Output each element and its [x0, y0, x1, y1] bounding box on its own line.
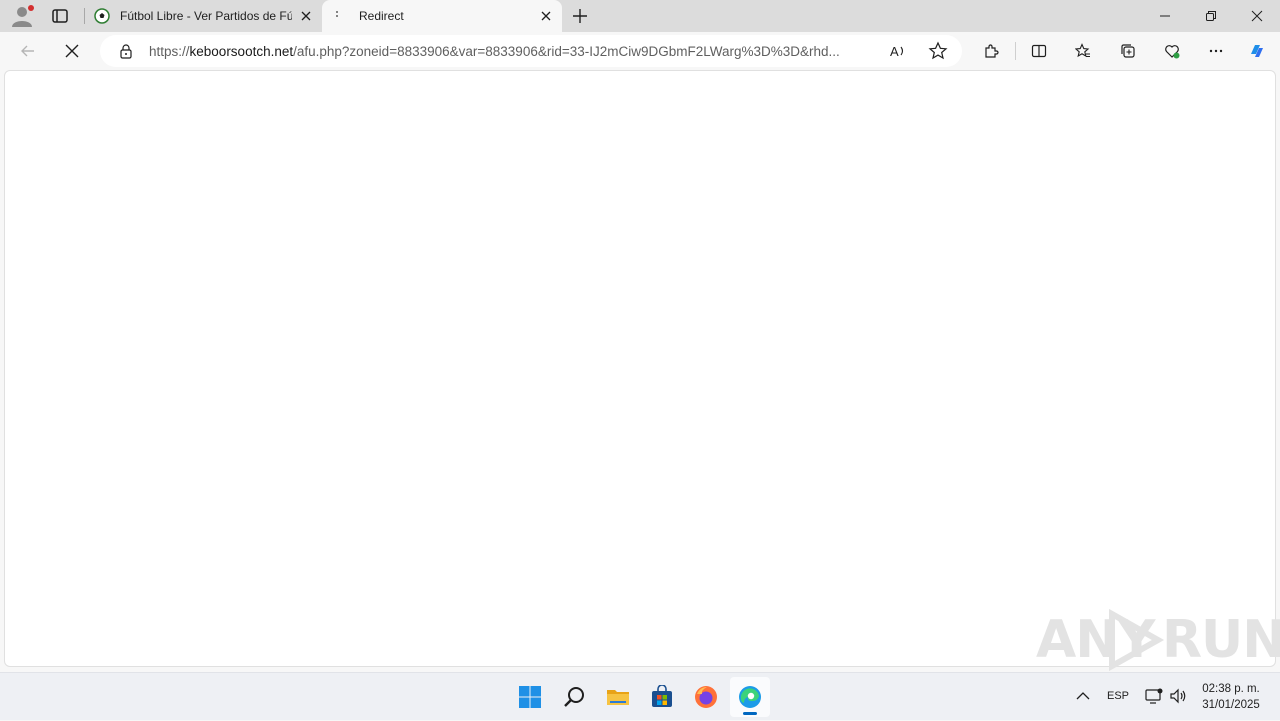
volume-icon [1170, 688, 1186, 704]
minimize-icon [1160, 15, 1170, 17]
store-button[interactable] [642, 677, 682, 717]
notification-dot [28, 5, 34, 11]
split-screen-icon [1031, 44, 1047, 58]
firefox-icon [695, 686, 717, 708]
favorite-star-icon[interactable] [928, 41, 948, 61]
collections-icon [1121, 44, 1135, 58]
tab-actions-button[interactable] [48, 4, 72, 28]
lock-icon[interactable] [118, 43, 134, 59]
restore-button[interactable] [1188, 0, 1234, 32]
file-explorer-icon [607, 690, 629, 705]
start-icon [519, 686, 541, 708]
plus-icon [573, 9, 587, 23]
puzzle-icon [985, 44, 999, 58]
anyrun-watermark: ANY RUN [1036, 606, 1280, 672]
firefox-button[interactable] [686, 677, 726, 717]
url-text[interactable]: https://keboorsootch.net/afu.php?zoneid=… [149, 44, 874, 59]
new-tab-button[interactable] [570, 6, 590, 26]
collections-button[interactable] [1114, 37, 1142, 65]
extensions-button[interactable] [977, 37, 1005, 65]
profile-button[interactable] [8, 3, 36, 29]
heartbeat-icon [1165, 45, 1180, 59]
read-aloud-icon[interactable]: A [888, 41, 908, 61]
edge-button[interactable] [730, 677, 770, 717]
url-host: keboorsootch.net [189, 44, 294, 59]
watermark-text-right: RUN [1162, 610, 1280, 670]
tab-separator [84, 8, 85, 24]
clock-date: 31/01/2025 [1202, 699, 1260, 711]
minimize-button[interactable] [1142, 0, 1188, 32]
search-button[interactable] [554, 677, 594, 717]
chevron-up-icon [1076, 692, 1090, 700]
favorites-icon [1075, 43, 1090, 58]
tab-title: Redirect [359, 9, 404, 23]
back-button[interactable] [14, 37, 42, 65]
start-button[interactable] [510, 677, 550, 717]
edge-icon [739, 686, 761, 708]
tab-futbol-libre[interactable]: Fútbol Libre - Ver Partidos de Fútbol [84, 0, 322, 32]
copilot-icon [1251, 45, 1263, 57]
loading-icon [336, 11, 338, 17]
close-icon [1251, 10, 1263, 22]
file-explorer-button[interactable] [598, 677, 638, 717]
url-prefix: https:// [149, 44, 190, 59]
favorites-button[interactable] [1069, 37, 1097, 65]
more-dots-icon [1209, 49, 1223, 53]
settings-more-button[interactable] [1202, 37, 1230, 65]
close-window-button[interactable] [1234, 0, 1280, 32]
tab-title: Fútbol Libre - Ver Partidos de Fútbol [120, 9, 292, 23]
restore-icon [1206, 11, 1216, 21]
clock[interactable]: 02:38 p. m. 31/01/2025 [1188, 681, 1274, 713]
browser-essentials-button[interactable] [1158, 37, 1186, 65]
store-icon [652, 685, 672, 707]
show-hidden-icons-button[interactable] [1072, 673, 1094, 721]
browser-toolbar: https://keboorsootch.net/afu.php?zoneid=… [0, 32, 1280, 70]
svg-text:A: A [890, 44, 899, 59]
network-icon [1145, 688, 1163, 704]
back-arrow-icon [21, 45, 34, 57]
search-icon [564, 687, 584, 707]
stop-icon [65, 44, 79, 58]
split-screen-button[interactable] [1025, 37, 1053, 65]
url-path: /afu.php?zoneid=8833906&var=8833906&rid=… [293, 44, 840, 59]
soccer-ball-icon [94, 8, 110, 24]
taskbar: ESP 02:38 p. m. 31/01/2025 [0, 672, 1280, 720]
language-indicator[interactable]: ESP [1107, 690, 1129, 702]
active-app-indicator [743, 712, 757, 715]
copilot-button[interactable] [1243, 37, 1271, 65]
stop-loading-button[interactable] [58, 37, 86, 65]
close-tab-icon[interactable] [538, 8, 554, 24]
volume-button[interactable] [1168, 673, 1188, 721]
watermark-play-icon [1109, 608, 1165, 672]
tab-strip: Fútbol Libre - Ver Partidos de Fútbol Re… [0, 0, 1280, 32]
toolbar-divider [1015, 42, 1016, 60]
close-tab-icon[interactable] [298, 8, 314, 24]
tab-redirect[interactable]: Redirect [322, 0, 562, 32]
tab-actions-icon [52, 9, 68, 23]
address-bar[interactable]: https://keboorsootch.net/afu.php?zoneid=… [100, 35, 962, 67]
clock-time: 02:38 p. m. [1202, 683, 1260, 695]
page-viewport [4, 70, 1276, 667]
network-button[interactable] [1144, 673, 1164, 721]
